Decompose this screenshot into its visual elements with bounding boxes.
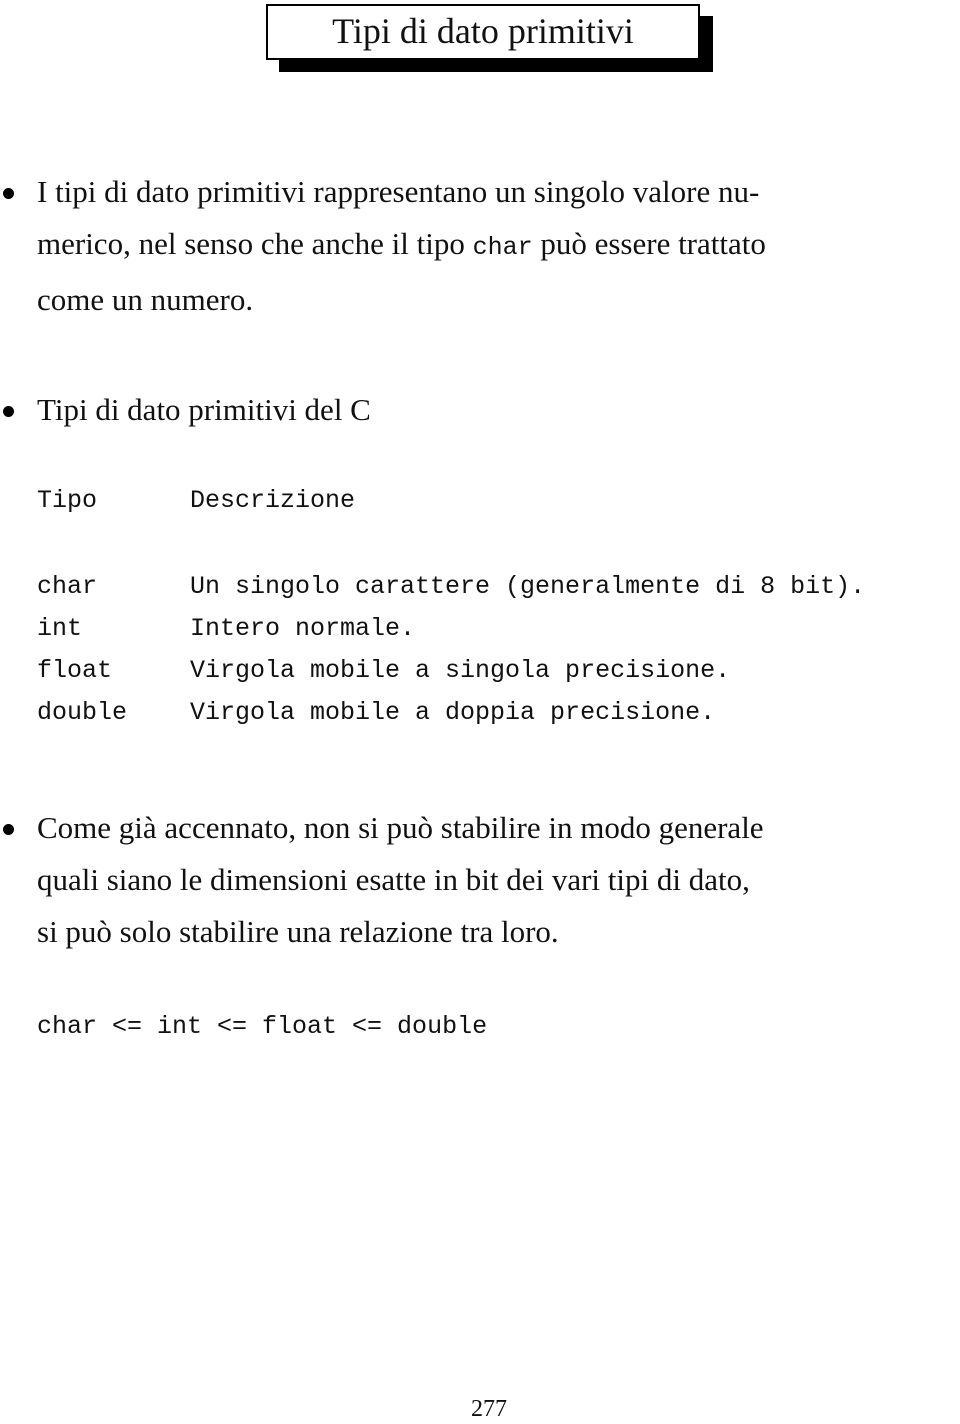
type-name: int xyxy=(37,614,83,643)
type-description: Intero normale. xyxy=(190,614,416,643)
text-segment: merico, nel senso che anche il tipo xyxy=(37,226,473,261)
table-row: double Virgola mobile a doppia precision… xyxy=(37,698,937,740)
table-row: int Intero normale. xyxy=(37,614,937,656)
bullet-line: quali siano le dimensioni esatte in bit … xyxy=(37,862,750,897)
header-descrizione: Descrizione xyxy=(190,486,356,515)
bullet-text: I tipi di dato primitivi rappresentano u… xyxy=(37,166,960,326)
bullet-line: come un numero. xyxy=(37,282,254,317)
bullet-icon xyxy=(3,824,14,835)
page-number: 277 xyxy=(471,1396,507,1422)
type-table-header: Tipo Descrizione xyxy=(37,486,937,522)
text-segment: può essere trattato xyxy=(532,226,766,261)
table-row: char Un singolo carattere (generalmente … xyxy=(37,572,937,614)
type-description: Virgola mobile a doppia precisione. xyxy=(190,698,716,727)
type-name: double xyxy=(37,698,128,727)
bullet-line: Come già accennato, non si può stabilire… xyxy=(37,810,764,845)
header-tipo: Tipo xyxy=(37,486,98,515)
type-description: Virgola mobile a singola precisione. xyxy=(190,656,731,685)
bullet-icon xyxy=(3,188,14,199)
bullet-text: Come già accennato, non si può stabilire… xyxy=(37,802,960,958)
page-title: Tipi di dato primitivi xyxy=(266,4,700,60)
bullet-line: merico, nel senso che anche il tipo char… xyxy=(37,218,960,274)
type-name: char xyxy=(37,572,98,601)
type-name: float xyxy=(37,656,113,685)
type-size-relation: char <= int <= float <= double xyxy=(37,1012,488,1041)
type-description: Un singolo carattere (generalmente di 8 … xyxy=(190,572,866,601)
inline-code-char: char xyxy=(472,233,533,262)
bullet-line: si può solo stabilire una relazione tra … xyxy=(37,914,559,949)
bullet-text: Tipi di dato primitivi del C xyxy=(37,384,960,436)
bullet-line: Tipi di dato primitivi del C xyxy=(37,392,371,427)
table-row: float Virgola mobile a singola precision… xyxy=(37,656,937,698)
bullet-icon xyxy=(3,406,14,417)
bullet-line: I tipi di dato primitivi rappresentano u… xyxy=(37,174,760,209)
slide-title-box: Tipi di dato primitivi xyxy=(266,4,713,72)
